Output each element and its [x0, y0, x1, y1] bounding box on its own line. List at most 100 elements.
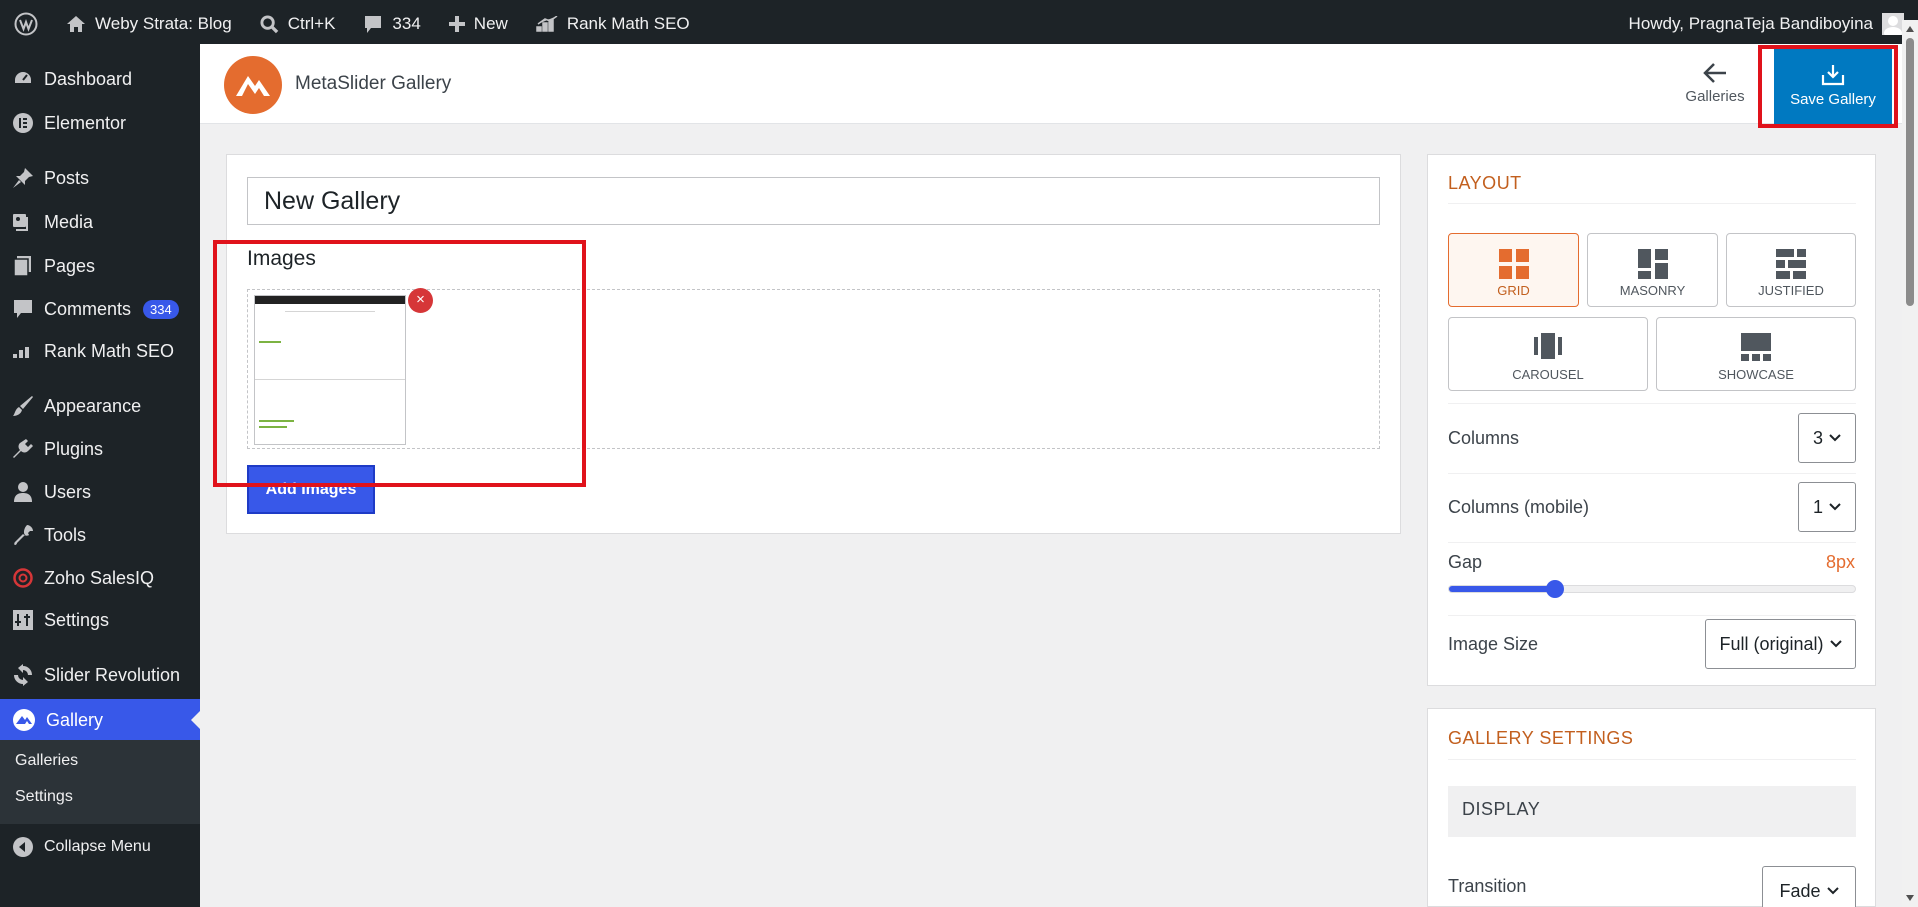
sidebar-item-gallery[interactable]: Gallery: [0, 699, 200, 741]
sidebar-item-appearance[interactable]: Appearance: [0, 386, 200, 426]
highlight-images-section: [213, 240, 586, 487]
sidebar-item-pages[interactable]: Pages: [0, 246, 200, 286]
image-size-select[interactable]: Full (original): [1705, 619, 1856, 669]
app-title: MetaSlider Gallery: [295, 73, 452, 94]
home-icon: [67, 16, 85, 32]
layout-option-grid[interactable]: GRID: [1448, 233, 1579, 307]
sidebar-item-label: Slider Revolution: [44, 664, 181, 685]
elementor-icon: [13, 113, 33, 133]
sidebar-item-label: Comments: [44, 298, 132, 319]
gap-label: Gap: [1448, 552, 1483, 572]
columns-mobile-select[interactable]: 1: [1798, 482, 1856, 532]
media-icon: [13, 214, 28, 231]
sidebar-item-label: Rank Math SEO: [44, 340, 175, 361]
pin-icon: [13, 168, 33, 188]
wordpress-logo-icon[interactable]: [0, 0, 52, 48]
comment-icon: [365, 15, 382, 33]
site-name-link[interactable]: Weby Strata: Blog: [52, 0, 246, 48]
sidebar-item-tools[interactable]: Tools: [0, 515, 200, 555]
sidebar-item-label: Posts: [44, 167, 90, 188]
layout-option-showcase[interactable]: SHOWCASE: [1656, 317, 1856, 391]
avatar: [1882, 13, 1904, 35]
sidebar-item-slider-revolution[interactable]: Slider Revolution: [0, 655, 200, 695]
sidebar-item-label: Media: [44, 211, 94, 232]
layout-option-masonry[interactable]: MASONRY: [1587, 233, 1718, 307]
columns-mobile-label: Columns (mobile): [1448, 497, 1590, 517]
admin-sidebar: Dashboard Elementor Posts Media Pages Co…: [0, 48, 200, 907]
masonry-icon: [1637, 249, 1668, 279]
layout-section-title: LAYOUT: [1448, 173, 1522, 193]
sidebar-item-elementor[interactable]: Elementor: [0, 103, 200, 143]
comments-count: 334: [392, 14, 421, 33]
layout-panel: LAYOUT GRID MASONRY JUSTIFIED CAROUSEL S…: [1427, 154, 1876, 686]
sidebar-item-label: Elementor: [44, 112, 127, 133]
comments-badge: 334: [143, 299, 179, 319]
rank-math-link[interactable]: Rank Math SEO: [522, 0, 704, 48]
metaslider-logo-icon: [224, 56, 282, 114]
comment-icon: [14, 300, 32, 318]
page-scrollbar[interactable]: [1902, 20, 1918, 907]
sidebar-item-label: Zoho SalesIQ: [44, 567, 155, 588]
gallery-submenu: Galleries Settings: [0, 740, 200, 824]
sidebar-item-comments[interactable]: Comments 334: [0, 289, 200, 329]
site-name: Weby Strata: Blog: [95, 14, 232, 33]
collapse-menu-button[interactable]: Collapse Menu: [0, 827, 200, 867]
layout-option-carousel[interactable]: CAROUSEL: [1448, 317, 1648, 391]
display-section-header[interactable]: DISPLAY: [1448, 786, 1856, 837]
sidebar-item-media[interactable]: Media: [0, 202, 200, 242]
sidebar-item-users[interactable]: Users: [0, 472, 200, 512]
transition-label: Transition: [1448, 876, 1527, 896]
howdy-text: Howdy, PragnaTeja Bandiboyina: [1628, 14, 1873, 33]
new-content-link[interactable]: New: [435, 0, 522, 48]
account-menu[interactable]: Howdy, PragnaTeja Bandiboyina: [1615, 0, 1918, 48]
gap-slider-handle[interactable]: [1545, 580, 1564, 598]
highlight-save-button: [1758, 45, 1898, 128]
metaslider-header: MetaSlider Gallery Galleries Save Galler…: [200, 44, 1902, 126]
showcase-icon: [1741, 333, 1771, 361]
comments-link[interactable]: 334: [349, 0, 434, 48]
plus-icon: [448, 16, 465, 32]
layout-option-label: GRID: [1497, 283, 1530, 298]
zoho-salesiq-icon: [13, 568, 33, 588]
new-label: New: [473, 14, 508, 33]
sidebar-item-label: Dashboard: [44, 68, 133, 89]
submenu-item-settings[interactable]: Settings: [15, 788, 73, 806]
chevron-down-icon: [1829, 503, 1841, 511]
gallery-title-input[interactable]: [247, 177, 1380, 225]
transition-select[interactable]: Fade: [1762, 866, 1856, 907]
image-size-label: Image Size: [1448, 634, 1539, 654]
sidebar-item-label: Users: [44, 481, 92, 502]
sidebar-item-dashboard[interactable]: Dashboard: [0, 59, 200, 99]
sidebar-item-rank-math[interactable]: Rank Math SEO: [0, 331, 200, 371]
image-size-value: Full (original): [1719, 633, 1824, 654]
scrollbar-thumb[interactable]: [1906, 38, 1914, 306]
layout-option-justified[interactable]: JUSTIFIED: [1726, 233, 1856, 307]
gap-slider[interactable]: [1448, 580, 1856, 598]
search-icon: [260, 14, 278, 33]
scroll-down-arrow-icon[interactable]: [1906, 895, 1914, 901]
rank-math-label: Rank Math SEO: [566, 14, 690, 33]
metaslider-icon: [13, 709, 35, 731]
columns-select[interactable]: 3: [1798, 413, 1856, 463]
search-link[interactable]: Ctrl+K: [246, 0, 350, 48]
layout-option-label: SHOWCASE: [1718, 367, 1794, 382]
chevron-down-icon: [1829, 434, 1841, 442]
gallery-settings-title: GALLERY SETTINGS: [1448, 728, 1634, 748]
layout-option-label: MASONRY: [1619, 283, 1686, 298]
sidebar-item-plugins[interactable]: Plugins: [0, 429, 200, 469]
user-icon: [14, 482, 32, 502]
scroll-up-arrow-icon[interactable]: [1906, 26, 1914, 32]
search-shortcut: Ctrl+K: [287, 14, 336, 33]
paintbrush-icon: [13, 396, 33, 416]
columns-value: 3: [1812, 427, 1823, 448]
sidebar-item-settings[interactable]: Settings: [0, 600, 200, 640]
sidebar-item-label: Gallery: [46, 709, 104, 730]
submenu-item-galleries[interactable]: Galleries: [15, 752, 78, 770]
galleries-back-link[interactable]: Galleries: [1685, 62, 1745, 105]
galleries-link-label: Galleries: [1685, 88, 1745, 105]
sidebar-item-label: Pages: [44, 255, 96, 276]
arrow-left-icon: [1703, 63, 1726, 83]
sidebar-item-zoho[interactable]: Zoho SalesIQ: [0, 558, 200, 598]
gallery-settings-panel: GALLERY SETTINGS DISPLAY Transition Fade: [1427, 708, 1876, 907]
sidebar-item-posts[interactable]: Posts: [0, 158, 200, 198]
